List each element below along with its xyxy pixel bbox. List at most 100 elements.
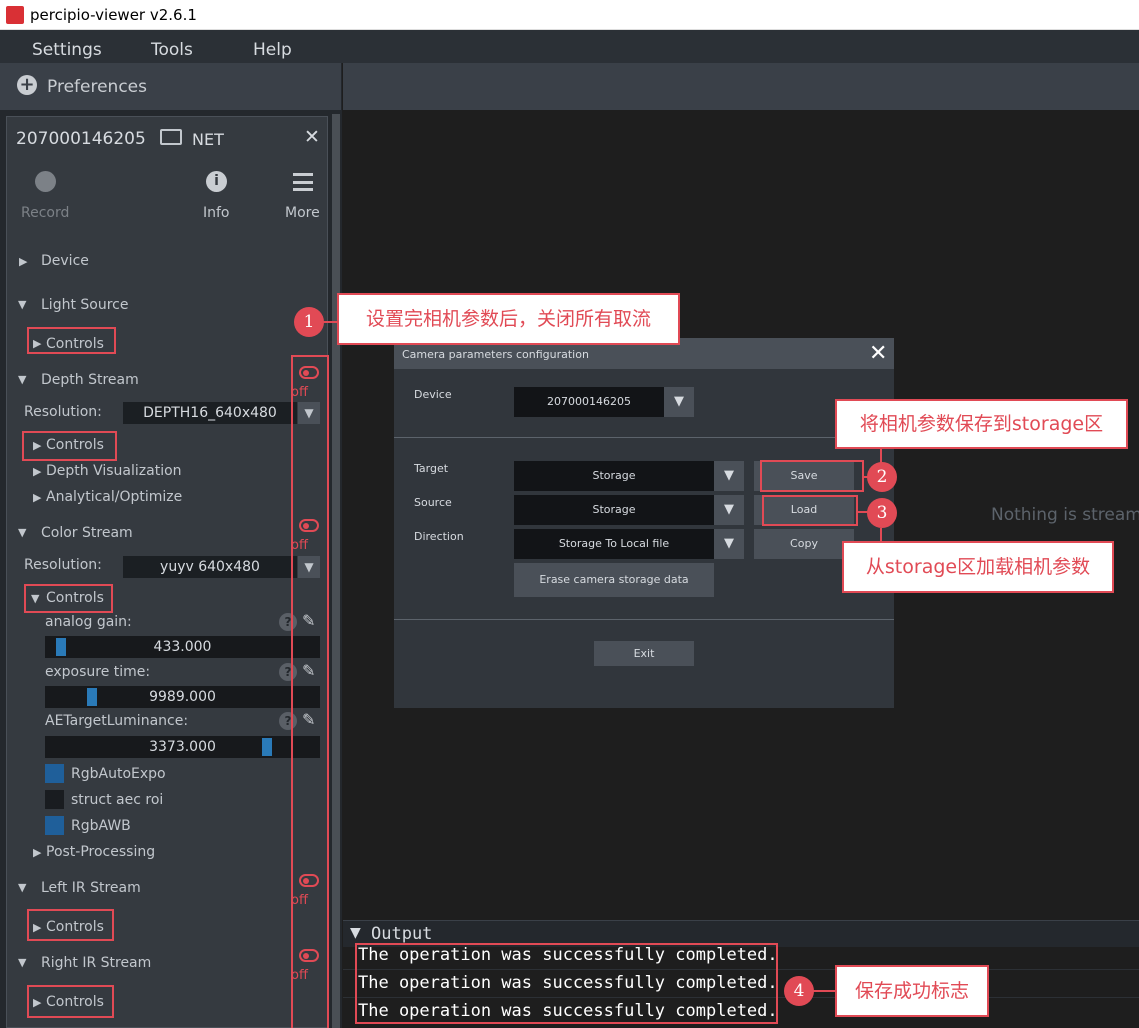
device-label: Device [414,388,452,401]
post-processing[interactable]: Post-Processing [46,844,155,860]
annotation-callout-2: 将相机参数保存到storage区 [835,399,1128,449]
section-right-ir[interactable]: Right IR Stream [41,955,151,971]
chevron-down-icon[interactable]: ▼ [18,881,26,894]
app-window: percipio-viewer v2.6.1 Settings Tools He… [0,0,1139,1028]
close-device-icon[interactable]: ✕ [304,126,320,148]
target-label: Target [414,462,449,475]
analog-gain-value: 433.000 [153,639,212,655]
annotation-connector [880,449,882,463]
chevron-down-icon[interactable]: ▼ [714,461,744,491]
struct-aec-roi-label: struct aec roi [71,792,164,808]
more-label[interactable]: More [285,205,320,221]
right-ir-controls[interactable]: Controls [46,994,104,1010]
exit-button[interactable]: Exit [594,641,694,666]
chevron-right-icon[interactable]: ▶ [33,465,41,478]
chevron-right-icon[interactable]: ▶ [33,491,41,504]
chevron-down-icon[interactable]: ▼ [18,526,26,539]
info-label[interactable]: Info [203,205,230,221]
section-device[interactable]: Device [41,253,89,269]
panel-scrollbar[interactable] [332,114,340,1028]
chevron-right-icon[interactable]: ▶ [33,921,41,934]
window-title: percipio-viewer v2.6.1 [30,6,197,24]
copy-button[interactable]: Copy [754,529,854,559]
rgb-awb-checkbox[interactable] [45,816,64,835]
exposure-time-slider[interactable]: 9989.000 [45,686,320,708]
more-icon[interactable] [293,173,313,191]
depth-visualization[interactable]: Depth Visualization [46,463,182,479]
annotation-callout-1: 设置完相机参数后，关闭所有取流 [337,293,680,345]
exposure-time-label: exposure time: [45,664,151,680]
source-select[interactable]: Storage [514,495,714,525]
annotation-connector [880,528,882,542]
record-label[interactable]: Record [21,205,69,221]
preferences-label[interactable]: Preferences [47,77,147,97]
chevron-down-icon[interactable]: ▼ [664,387,694,417]
analytical-optimize[interactable]: Analytical/Optimize [46,489,182,505]
chevron-down-icon[interactable]: ▼ [350,925,361,941]
ae-target-slider[interactable]: 3373.000 [45,736,320,758]
annotation-number-1: 1 [294,307,324,337]
chevron-right-icon[interactable]: ▶ [19,255,27,268]
annotation-number-3: 3 [867,498,897,528]
record-icon[interactable] [35,171,56,192]
annotation-number-2: 2 [867,462,897,492]
chevron-down-icon[interactable]: ▼ [18,373,26,386]
chevron-down-icon[interactable]: ▼ [714,529,744,559]
app-logo-icon [6,6,24,24]
output-title: Output [371,924,433,944]
source-label: Source [414,496,452,509]
chevron-right-icon[interactable]: ▶ [33,996,41,1009]
toggle-column-highlight [291,355,329,1028]
menu-help[interactable]: Help [253,40,292,60]
light-controls[interactable]: Controls [46,336,104,352]
menu-tools[interactable]: Tools [151,40,193,60]
chevron-down-icon[interactable]: ▼ [18,956,26,969]
section-color-stream[interactable]: Color Stream [41,525,133,541]
left-ir-controls[interactable]: Controls [46,919,104,935]
menu-settings[interactable]: Settings [32,40,102,60]
close-icon[interactable]: ✕ [869,341,887,366]
info-icon[interactable]: i [206,171,227,192]
ae-target-value: 3373.000 [149,739,216,755]
analog-gain-slider[interactable]: 433.000 [45,636,320,658]
chevron-down-icon[interactable]: ▼ [714,495,744,525]
divider [394,437,894,438]
device-select[interactable]: 207000146205 [514,387,664,417]
highlight-box [762,495,858,526]
depth-resolution-select[interactable]: DEPTH16_640x480 [123,402,297,424]
ae-target-label: AETargetLuminance: [45,713,189,729]
toolbar-right [343,63,1139,110]
chevron-right-icon[interactable]: ▶ [33,337,41,350]
network-icon [160,129,182,145]
chevron-down-icon[interactable]: ▼ [31,592,39,605]
depth-resolution-label: Resolution: [24,404,102,420]
annotation-callout-4: 保存成功标志 [835,965,989,1017]
chevron-right-icon[interactable]: ▶ [33,846,41,859]
highlight-box [760,460,864,492]
annotation-connector [322,321,338,323]
rgb-auto-expo-checkbox[interactable] [45,764,64,783]
erase-storage-button[interactable]: Erase camera storage data [514,563,714,597]
section-light-source[interactable]: Light Source [41,297,128,313]
color-resolution-select[interactable]: yuyv 640x480 [123,556,297,578]
annotation-callout-3: 从storage区加载相机参数 [842,541,1114,593]
chevron-down-icon[interactable]: ▼ [18,298,26,311]
section-left-ir[interactable]: Left IR Stream [41,880,141,896]
color-controls[interactable]: Controls [46,590,104,606]
dialog-title: Camera parameters configuration [402,348,589,361]
direction-label: Direction [414,530,464,543]
add-icon[interactable]: + [17,75,37,95]
chevron-right-icon[interactable]: ▶ [33,439,41,452]
viewport-status: Nothing is stream [991,505,1139,525]
interface-label: NET [192,130,224,149]
struct-aec-roi-checkbox[interactable] [45,790,64,809]
rgb-awb-label: RgbAWB [71,818,131,834]
annotation-connector [812,990,836,992]
exposure-time-value: 9989.000 [149,689,216,705]
target-select[interactable]: Storage [514,461,714,491]
direction-select[interactable]: Storage To Local file [514,529,714,559]
depth-controls[interactable]: Controls [46,437,104,453]
rgb-auto-expo-label: RgbAutoExpo [71,766,166,782]
section-depth-stream[interactable]: Depth Stream [41,372,139,388]
highlight-box [355,943,778,1024]
